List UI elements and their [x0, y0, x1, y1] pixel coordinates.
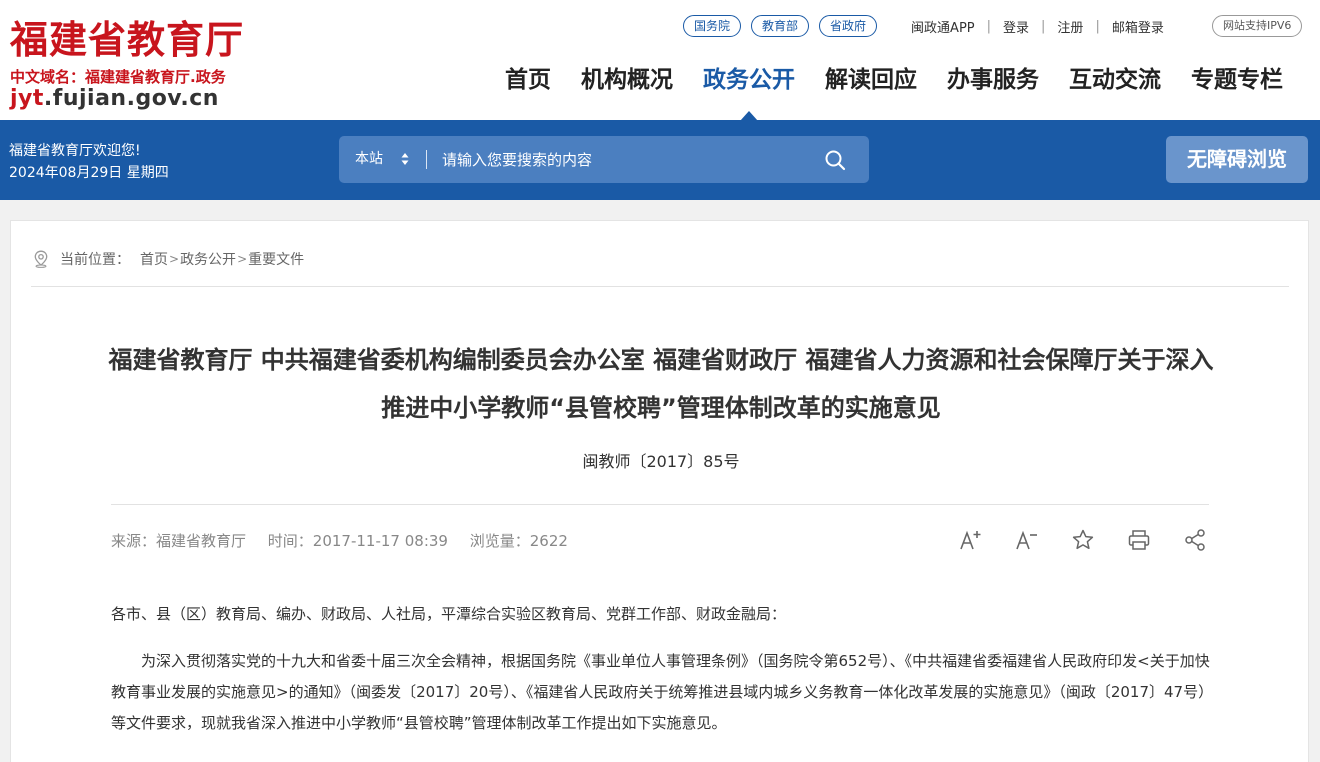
breadcrumb-separator: >: [237, 252, 248, 266]
link-login[interactable]: 登录: [1003, 17, 1029, 36]
article-paragraph: 为深入贯彻落实党的十九大和省委十届三次全会精神，根据国务院《事业单位人事管理条例…: [111, 652, 1210, 732]
main-nav: 首页 机构概况 政务公开 解读回应 办事服务 互动交流 专题专栏: [490, 60, 1298, 121]
link-provincial-government[interactable]: 省政府: [819, 15, 878, 37]
article-views: 浏览量：2622: [469, 532, 568, 550]
favorite-star-icon[interactable]: [1070, 527, 1096, 553]
breadcrumb-label: 当前位置：: [60, 252, 130, 268]
link-mail-login[interactable]: 邮箱登录: [1112, 17, 1164, 36]
document-number: 闽教师〔2017〕85号: [582, 452, 740, 471]
nav-special-topics[interactable]: 专题专栏: [1176, 60, 1298, 100]
nav-government-affairs[interactable]: 政务公开: [688, 60, 810, 121]
welcome-block: 福建省教育厅欢迎您! 2024年08月29日 星期四: [9, 140, 169, 184]
font-decrease-icon[interactable]: [1014, 527, 1040, 553]
divider: |: [1095, 18, 1100, 34]
share-icon[interactable]: [1182, 527, 1208, 553]
divider: [31, 286, 1289, 287]
sort-arrows-icon[interactable]: [401, 152, 409, 166]
nav-interpretation[interactable]: 解读回应: [810, 60, 932, 100]
article-source: 来源：福建省教育厅: [111, 532, 247, 550]
article-time: 时间：2017-11-17 08:39: [267, 532, 448, 550]
divider: |: [986, 18, 992, 34]
print-icon[interactable]: [1126, 527, 1152, 553]
search-scope-select[interactable]: 本站: [355, 136, 383, 183]
top-links: 国务院 教育部 省政府 闽政通APP | 登录 | 注册 | 邮箱登录: [683, 14, 1164, 38]
font-increase-icon[interactable]: [958, 527, 984, 553]
link-minzhengtong-app[interactable]: 闽政通APP: [911, 17, 975, 36]
search-icon[interactable]: [823, 148, 847, 172]
search-box: 本站: [339, 136, 869, 183]
site-logo-title[interactable]: 福建省教育厅: [10, 16, 244, 64]
link-ministry-education[interactable]: 教育部: [751, 15, 810, 37]
logo-url: jyt.fujian.gov.cn: [10, 86, 219, 111]
breadcrumb-important-documents[interactable]: 重要文件: [248, 249, 304, 269]
article-panel: 当前位置： 首页 > 政务公开 > 重要文件 福建省教育厅 中共福建省委机构编制…: [10, 220, 1309, 762]
breadcrumb-government-affairs[interactable]: 政务公开: [180, 249, 236, 269]
article-meta: 来源：福建省教育厅 时间：2017-11-17 08:39 浏览量：2622: [111, 530, 585, 551]
welcome-text: 福建省教育厅欢迎您!: [9, 143, 141, 159]
logo-url-prefix: jyt: [10, 86, 44, 111]
article-title: 福建省教育厅 中共福建省委机构编制委员会办公室 福建省财政厅 福建省人力资源和社…: [108, 346, 1214, 422]
ipv6-badge: 网站支持IPV6: [1212, 15, 1303, 37]
nav-services[interactable]: 办事服务: [932, 60, 1054, 100]
breadcrumb: 当前位置： 首页 > 政务公开 > 重要文件: [33, 249, 304, 269]
site-header: 福建省教育厅 中文域名：福建建省教育厅.政务 jyt.fujian.gov.cn…: [0, 0, 1320, 121]
current-date: 2024年08月29日 星期四: [9, 165, 169, 181]
breadcrumb-home[interactable]: 首页: [140, 249, 168, 269]
logo-url-suffix: .fujian.gov.cn: [43, 86, 219, 111]
nav-home[interactable]: 首页: [490, 60, 566, 100]
divider: |: [1041, 18, 1046, 34]
accessibility-button[interactable]: 无障碍浏览: [1166, 136, 1308, 183]
breadcrumb-separator: >: [169, 252, 180, 266]
search-input[interactable]: [442, 136, 812, 183]
divider: [111, 504, 1209, 505]
nav-organization[interactable]: 机构概况: [566, 60, 688, 100]
article-paragraph: 各市、县（区）教育局、编办、财政局、人社局，平潭综合实验区教育局、党群工作部、财…: [111, 605, 787, 623]
logo-chinese-domain: 中文域名：福建建省教育厅.政务: [10, 68, 226, 86]
article-tools: [958, 527, 1208, 553]
link-register[interactable]: 注册: [1057, 17, 1083, 36]
search-divider: [426, 150, 427, 169]
nav-interaction[interactable]: 互动交流: [1054, 60, 1176, 100]
search-bar-section: 福建省教育厅欢迎您! 2024年08月29日 星期四 本站 无障碍浏览: [0, 120, 1320, 200]
location-pin-icon: [34, 250, 48, 268]
link-state-council[interactable]: 国务院: [683, 15, 742, 37]
